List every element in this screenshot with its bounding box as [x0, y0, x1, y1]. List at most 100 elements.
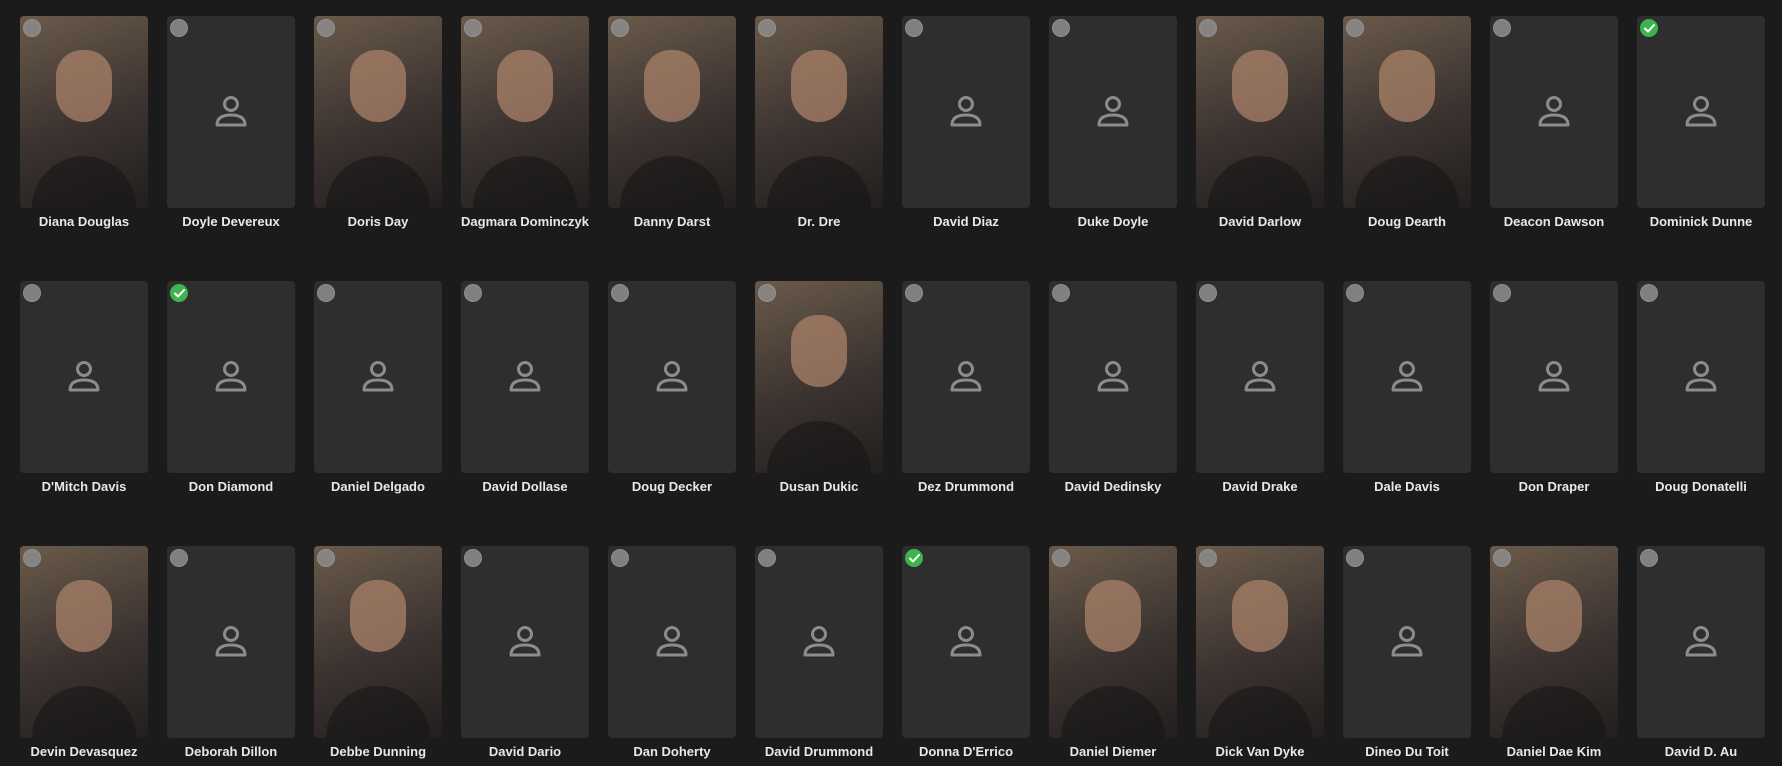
cast-member-tile[interactable]: David Drake	[1196, 281, 1324, 495]
cast-photo[interactable]	[1049, 546, 1177, 738]
cast-member-tile[interactable]: Duke Doyle	[1049, 16, 1177, 230]
select-checkbox[interactable]	[1640, 549, 1658, 567]
select-checkbox[interactable]	[1199, 284, 1217, 302]
cast-photo-placeholder[interactable]	[1637, 281, 1765, 473]
cast-photo[interactable]	[1490, 546, 1618, 738]
cast-photo-placeholder[interactable]	[1637, 16, 1765, 208]
cast-member-tile[interactable]: Deacon Dawson	[1490, 16, 1618, 230]
select-checkbox[interactable]	[170, 549, 188, 567]
select-checkbox[interactable]	[1640, 284, 1658, 302]
cast-member-tile[interactable]: Dineo Du Toit	[1343, 546, 1471, 760]
cast-photo-placeholder[interactable]	[167, 281, 295, 473]
cast-member-tile[interactable]: Debbe Dunning	[314, 546, 442, 760]
cast-photo-placeholder[interactable]	[167, 16, 295, 208]
cast-member-tile[interactable]: Donna D'Errico	[902, 546, 1030, 760]
cast-member-tile[interactable]: Deborah Dillon	[167, 546, 295, 760]
cast-photo-placeholder[interactable]	[902, 546, 1030, 738]
select-checkbox[interactable]	[464, 549, 482, 567]
select-checkbox[interactable]	[1052, 549, 1070, 567]
select-checkbox[interactable]	[170, 19, 188, 37]
cast-photo-placeholder[interactable]	[902, 281, 1030, 473]
cast-member-tile[interactable]: Doug Decker	[608, 281, 736, 495]
cast-member-tile[interactable]: Dusan Dukic	[755, 281, 883, 495]
cast-member-tile[interactable]: Devin Devasquez	[20, 546, 148, 760]
cast-photo-placeholder[interactable]	[608, 546, 736, 738]
cast-photo[interactable]	[314, 16, 442, 208]
cast-photo-placeholder[interactable]	[1196, 281, 1324, 473]
cast-member-tile[interactable]: Dick Van Dyke	[1196, 546, 1324, 760]
select-checkbox[interactable]	[317, 284, 335, 302]
cast-member-tile[interactable]: David Diaz	[902, 16, 1030, 230]
select-checkbox[interactable]	[1493, 19, 1511, 37]
select-checkbox[interactable]	[1199, 549, 1217, 567]
cast-photo[interactable]	[20, 546, 148, 738]
cast-photo[interactable]	[1196, 16, 1324, 208]
select-checkbox[interactable]	[905, 19, 923, 37]
cast-photo[interactable]	[1196, 546, 1324, 738]
cast-photo-placeholder[interactable]	[314, 281, 442, 473]
cast-photo[interactable]	[755, 16, 883, 208]
cast-photo-placeholder[interactable]	[167, 546, 295, 738]
cast-photo-placeholder[interactable]	[20, 281, 148, 473]
select-checkbox[interactable]	[1346, 549, 1364, 567]
cast-member-tile[interactable]: Doug Dearth	[1343, 16, 1471, 230]
select-checkbox[interactable]	[1493, 284, 1511, 302]
cast-member-tile[interactable]: Diana Douglas	[20, 16, 148, 230]
cast-member-tile[interactable]: D'Mitch Davis	[20, 281, 148, 495]
cast-member-tile[interactable]: Dez Drummond	[902, 281, 1030, 495]
cast-photo-placeholder[interactable]	[461, 281, 589, 473]
cast-photo[interactable]	[461, 16, 589, 208]
cast-member-tile[interactable]: Daniel Delgado	[314, 281, 442, 495]
select-checkbox[interactable]	[611, 19, 629, 37]
cast-member-tile[interactable]: David Dollase	[461, 281, 589, 495]
cast-member-tile[interactable]: Dan Doherty	[608, 546, 736, 760]
cast-member-tile[interactable]: David D. Au	[1637, 546, 1765, 760]
select-checkbox[interactable]	[1052, 284, 1070, 302]
select-checkbox-checked[interactable]	[905, 549, 923, 567]
cast-photo-placeholder[interactable]	[902, 16, 1030, 208]
cast-photo-placeholder[interactable]	[1490, 281, 1618, 473]
cast-member-tile[interactable]: David Dedinsky	[1049, 281, 1177, 495]
select-checkbox[interactable]	[464, 284, 482, 302]
select-checkbox-checked[interactable]	[1640, 19, 1658, 37]
select-checkbox[interactable]	[758, 19, 776, 37]
cast-member-tile[interactable]: Danny Darst	[608, 16, 736, 230]
cast-photo-placeholder[interactable]	[1343, 281, 1471, 473]
select-checkbox[interactable]	[317, 19, 335, 37]
select-checkbox[interactable]	[611, 284, 629, 302]
cast-photo[interactable]	[608, 16, 736, 208]
select-checkbox[interactable]	[23, 19, 41, 37]
select-checkbox[interactable]	[905, 284, 923, 302]
cast-member-tile[interactable]: David Dario	[461, 546, 589, 760]
select-checkbox[interactable]	[317, 549, 335, 567]
cast-member-tile[interactable]: Daniel Diemer	[1049, 546, 1177, 760]
cast-member-tile[interactable]: Dominick Dunne	[1637, 16, 1765, 230]
select-checkbox[interactable]	[758, 549, 776, 567]
cast-photo-placeholder[interactable]	[1049, 281, 1177, 473]
cast-photo[interactable]	[1343, 16, 1471, 208]
cast-member-tile[interactable]: Don Draper	[1490, 281, 1618, 495]
select-checkbox[interactable]	[1346, 19, 1364, 37]
cast-photo-placeholder[interactable]	[1490, 16, 1618, 208]
cast-member-tile[interactable]: David Drummond	[755, 546, 883, 760]
cast-photo-placeholder[interactable]	[755, 546, 883, 738]
cast-member-tile[interactable]: Dr. Dre	[755, 16, 883, 230]
cast-member-tile[interactable]: David Darlow	[1196, 16, 1324, 230]
cast-member-tile[interactable]: Dale Davis	[1343, 281, 1471, 495]
select-checkbox[interactable]	[1199, 19, 1217, 37]
select-checkbox[interactable]	[1493, 549, 1511, 567]
cast-member-tile[interactable]: Doris Day	[314, 16, 442, 230]
cast-photo-placeholder[interactable]	[461, 546, 589, 738]
select-checkbox-checked[interactable]	[170, 284, 188, 302]
select-checkbox[interactable]	[1052, 19, 1070, 37]
cast-photo-placeholder[interactable]	[1637, 546, 1765, 738]
cast-photo[interactable]	[314, 546, 442, 738]
select-checkbox[interactable]	[23, 549, 41, 567]
cast-photo-placeholder[interactable]	[1343, 546, 1471, 738]
cast-member-tile[interactable]: Doyle Devereux	[167, 16, 295, 230]
cast-member-tile[interactable]: Dagmara Dominczyk	[461, 16, 589, 230]
select-checkbox[interactable]	[611, 549, 629, 567]
select-checkbox[interactable]	[23, 284, 41, 302]
cast-member-tile[interactable]: Doug Donatelli	[1637, 281, 1765, 495]
cast-photo-placeholder[interactable]	[1049, 16, 1177, 208]
